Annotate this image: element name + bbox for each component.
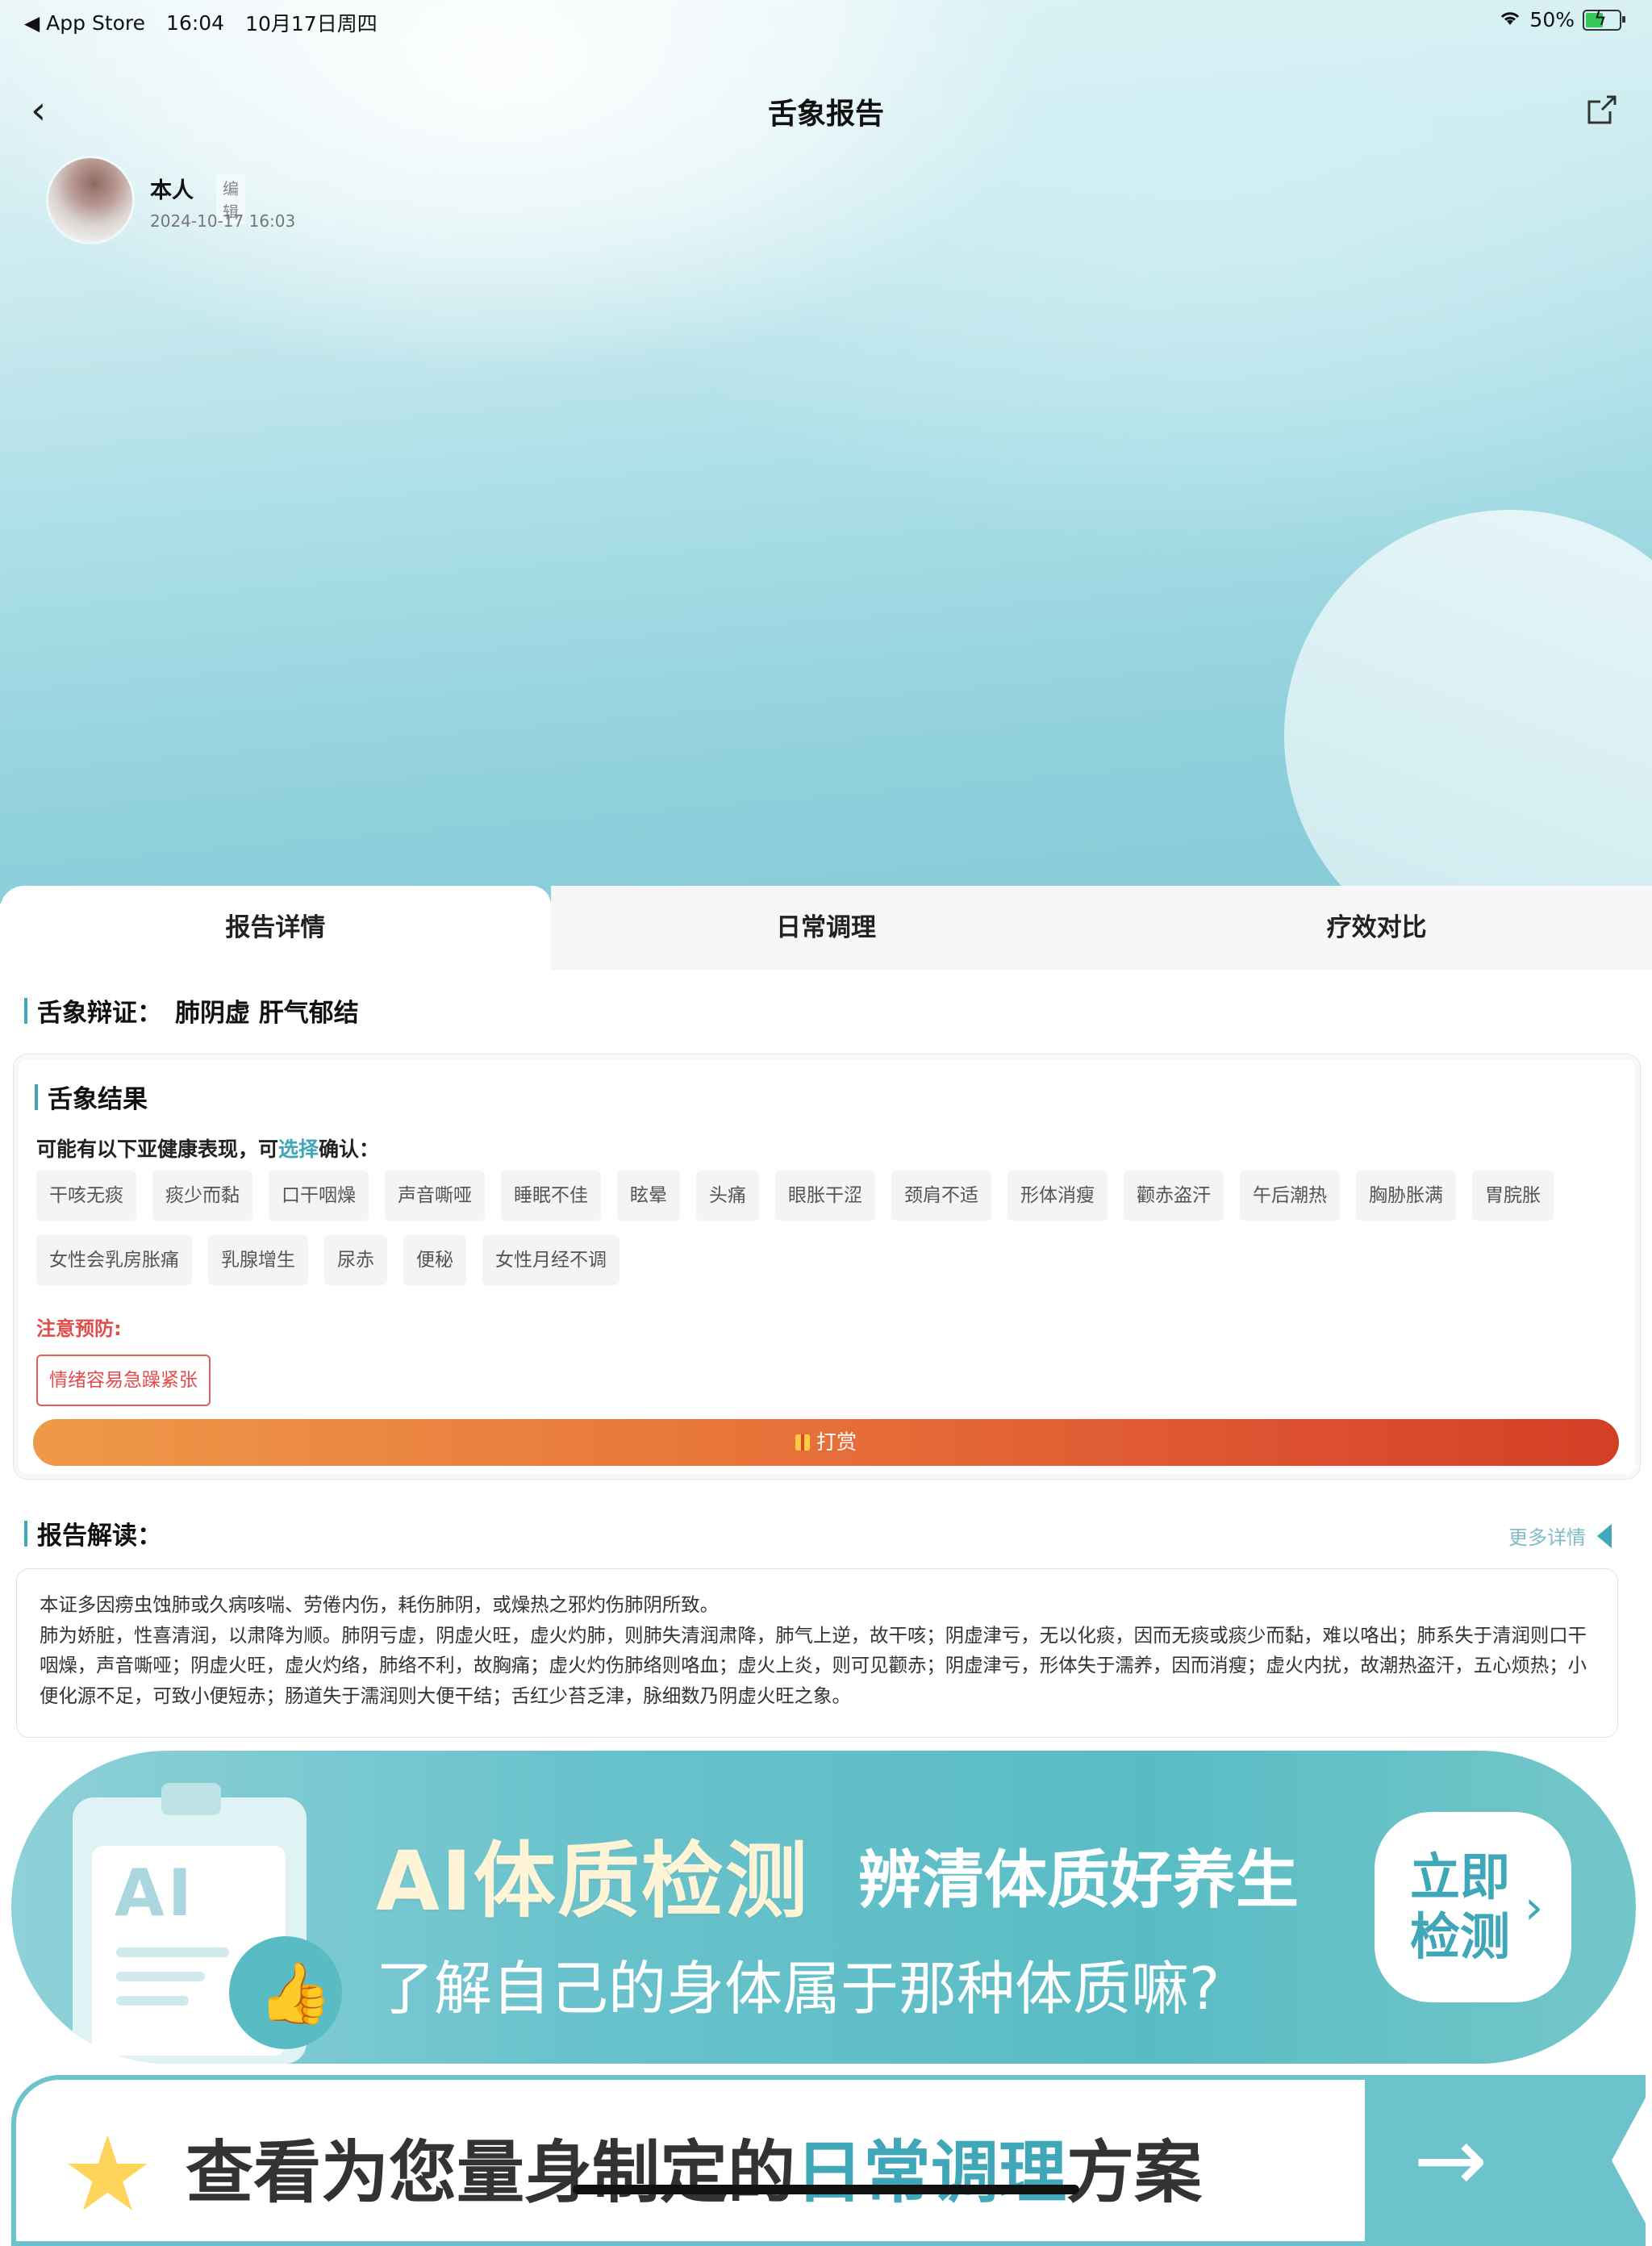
symptom-tag[interactable]: 口干咽燥 [269,1171,369,1221]
tab-daily-care[interactable]: 日常调理 [550,886,1102,970]
symptom-tag-list: 干咳无痰 痰少而黏 口干咽燥 声音嘶哑 睡眠不佳 眩晕 头痛 眼胀干涩 颈肩不适 形体消瘦 颧赤盗汗… [36,1171,1617,1285]
symptom-tag[interactable]: 尿赤 [324,1235,387,1285]
symptom-tag[interactable]: 眩晕 [617,1171,680,1221]
chevron-right-icon: › [1525,1880,1544,1935]
status-time: 16:04 [166,10,225,35]
symptom-tag[interactable]: 痰少而黏 [152,1171,252,1221]
hint-prefix: 可能有以下亚健康表现，可 [36,1138,279,1161]
report-content: 舌象辩证： 肺阴虚 肝气郁结 舌象结果 可能有以下亚健康表现，可选择确认： 干咳… [0,970,1652,2246]
report-datetime: 2024-10-17 16:03 [150,211,296,231]
battery-icon: ϟ [1583,7,1625,31]
back-to-app-store[interactable]: ◀ App Store [24,11,145,35]
thumbs-up-icon: 👍 [229,1936,342,2049]
home-indicator[interactable] [573,2185,1079,2194]
share-icon[interactable] [1583,90,1623,131]
gift-icon [795,1434,810,1451]
more-details-link[interactable]: 更多详情 [1508,1522,1612,1550]
status-bar: ◀ App Store 16:04 10月17日周四 50% ϟ [0,0,1652,40]
result-header: 舌象结果 [35,1079,148,1115]
interpretation-paragraph-1: 本证多因痨虫蚀肺或久病咳喘、劳倦内伤，耗伤肺阴，或燥热之邪灼伤肺阴所致。 [40,1593,720,1616]
symptom-tag[interactable]: 干咳无痰 [36,1171,136,1221]
page-title: 舌象报告 [767,98,884,131]
detect-now-line2: 检测 [1410,1907,1511,1966]
result-title: 舌象结果 [48,1085,148,1114]
avatar[interactable] [48,158,132,242]
symptom-tag[interactable]: 声音嘶哑 [385,1171,485,1221]
symptom-tag[interactable]: 头痛 [696,1171,759,1221]
prevention-label: 注意预防: [36,1317,122,1340]
tip-button-label: 打赏 [816,1430,857,1454]
plan-text-suffix: 方案 [1066,2133,1203,2212]
tab-report-details[interactable]: 报告详情 [0,886,551,970]
tab-effect-compare[interactable]: 疗效对比 [1101,886,1652,970]
profile-name: 本人 [150,178,194,203]
symptom-tag[interactable]: 颈肩不适 [891,1171,991,1221]
interpretation-paragraph-2: 肺为娇脏，性喜清润，以肃降为顺。肺阴亏虚，阴虚火旺，虚火灼肺，则肺失清润肃降，肺… [40,1623,1587,1707]
arrow-right-icon: → [1413,2108,1488,2211]
symptom-tag[interactable]: 女性月经不调 [482,1235,620,1285]
prevention-tag: 情绪容易急躁紧张 [36,1355,211,1406]
star-icon: ★ [61,2114,154,2235]
diagnosis-header: 舌象辩证： 肺阴虚 肝气郁结 [24,992,359,1029]
wifi-icon [1499,8,1521,31]
symptom-tag[interactable]: 女性会乳房胀痛 [36,1235,192,1285]
hint-suffix: 确认： [319,1138,380,1161]
daily-plan-banner[interactable]: ★ 查看为您量身制定的日常调理方案 → [11,2075,1646,2246]
battery-percent: 50% [1529,8,1575,31]
symptom-tag[interactable]: 午后潮热 [1240,1171,1340,1221]
tip-button[interactable]: 打赏 [33,1419,1619,1466]
plan-banner-text: 查看为您量身制定的日常调理方案 [186,2119,1202,2216]
plan-text-highlight: 日常调理 [795,2133,1067,2212]
section-bar [24,997,27,1024]
interpretation-header: 报告解读： [24,1515,162,1551]
decor-bubble [1284,510,1652,904]
symptom-tag[interactable]: 颧赤盗汗 [1124,1171,1224,1221]
report-header: ◀ App Store 16:04 10月17日周四 50% ϟ ‹ 舌象报告 … [0,0,1652,904]
section-bar [35,1083,38,1110]
interpretation-title: 报告解读： [37,1522,162,1551]
detect-now-button[interactable]: 立即 检测 › [1375,1812,1571,2002]
symptom-tag[interactable]: 睡眠不佳 [501,1171,601,1221]
symptom-tag[interactable]: 胸胁胀满 [1356,1171,1456,1221]
symptom-tag[interactable]: 乳腺增生 [208,1235,308,1285]
more-details-label: 更多详情 [1508,1526,1586,1549]
symptom-tag[interactable]: 便秘 [403,1235,466,1285]
select-link[interactable]: 选择 [278,1138,319,1161]
triangle-left-icon [1597,1523,1612,1548]
interpretation-text: 本证多因痨虫蚀肺或久病咳喘、劳倦内伤，耗伤肺阴，或燥热之邪灼伤肺阴所致。 肺为娇… [16,1568,1618,1738]
plan-text-prefix: 查看为您量身制定的 [186,2133,796,2212]
detect-now-line1: 立即 [1410,1847,1511,1906]
status-date: 10月17日周四 [245,12,378,35]
diagnosis-label: 舌象辩证： [37,999,162,1028]
symptom-tag[interactable]: 眼胀干涩 [775,1171,875,1221]
symptom-hint: 可能有以下亚健康表现，可选择确认： [36,1133,379,1163]
ai-banner-subtitle: 辨清体质好养生 [858,1844,1299,1917]
tongue-result-card: 舌象结果 可能有以下亚健康表现，可选择确认： 干咳无痰 痰少而黏 口干咽燥 声音嘶哑睡… [13,1054,1641,1480]
ai-constitution-banner[interactable]: AI 👍 AI体质检测 辨清体质好养生 了解自己的身体属于那种体质嘛? 立即 检… [11,1751,1636,2064]
ai-banner-title: AI体质检测 [376,1834,809,1930]
symptom-tag[interactable]: 胃脘胀 [1472,1171,1554,1221]
section-bar [24,1520,27,1547]
ai-banner-question: 了解自己的身体属于那种体质嘛? [376,1955,1220,2023]
ai-card-text: AI [115,1856,195,1931]
tab-bar: 报告详情 日常调理 疗效对比 [0,886,1652,970]
symptom-tag[interactable]: 形体消瘦 [1007,1171,1108,1221]
plan-arrow-button[interactable]: → [1365,2080,1646,2241]
diagnosis-value: 肺阴虚 肝气郁结 [175,999,359,1028]
